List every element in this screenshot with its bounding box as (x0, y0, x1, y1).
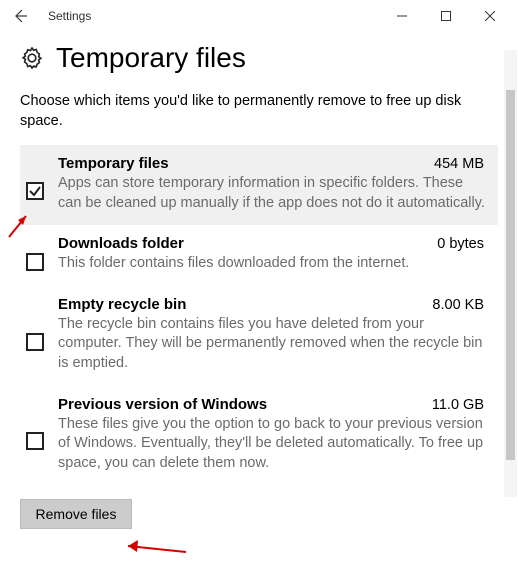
remove-files-button[interactable]: Remove files (20, 499, 132, 529)
item-title: Downloads folder (58, 235, 184, 252)
item-size: 8.00 KB (432, 297, 488, 313)
maximize-icon (441, 11, 451, 21)
checkbox-empty-recycle-bin[interactable] (26, 333, 44, 351)
item-size: 0 bytes (437, 236, 488, 252)
list-item[interactable]: Empty recycle bin 8.00 KB The recycle bi… (20, 286, 498, 386)
item-desc: Apps can store temporary information in … (58, 174, 488, 213)
item-title: Previous version of Windows (58, 396, 267, 413)
window-title: Settings (48, 9, 91, 23)
list-item[interactable]: Downloads folder 0 bytes This folder con… (20, 225, 498, 286)
content-area: Temporary files Choose which items you'd… (0, 32, 518, 567)
arrow-left-icon (12, 8, 28, 24)
titlebar: Settings (0, 0, 518, 32)
check-icon (28, 184, 42, 198)
page-title: Temporary files (56, 42, 246, 74)
intro-text: Choose which items you'd like to permane… (20, 92, 498, 131)
scrollbar[interactable] (504, 50, 517, 497)
item-desc: These files give you the option to go ba… (58, 415, 488, 474)
item-desc: This folder contains files downloaded fr… (58, 254, 488, 274)
close-icon (485, 11, 495, 21)
checkbox-downloads-folder[interactable] (26, 253, 44, 271)
checkbox-temporary-files[interactable] (26, 182, 44, 200)
item-title: Temporary files (58, 155, 169, 172)
back-button[interactable] (6, 2, 34, 30)
maximize-button[interactable] (424, 2, 468, 30)
page-heading-row: Temporary files (20, 42, 498, 74)
item-title: Empty recycle bin (58, 296, 186, 313)
checkbox-previous-version-windows[interactable] (26, 432, 44, 450)
item-size: 11.0 GB (432, 397, 488, 413)
item-size: 454 MB (434, 156, 488, 172)
item-desc: The recycle bin contains files you have … (58, 315, 488, 374)
minimize-icon (397, 11, 407, 21)
close-button[interactable] (468, 2, 512, 30)
items-list: Temporary files 454 MB Apps can store te… (20, 145, 498, 485)
list-item[interactable]: Previous version of Windows 11.0 GB Thes… (20, 386, 498, 486)
gear-icon (20, 46, 44, 70)
minimize-button[interactable] (380, 2, 424, 30)
list-item[interactable]: Temporary files 454 MB Apps can store te… (20, 145, 498, 225)
scrollbar-thumb[interactable] (506, 90, 515, 460)
